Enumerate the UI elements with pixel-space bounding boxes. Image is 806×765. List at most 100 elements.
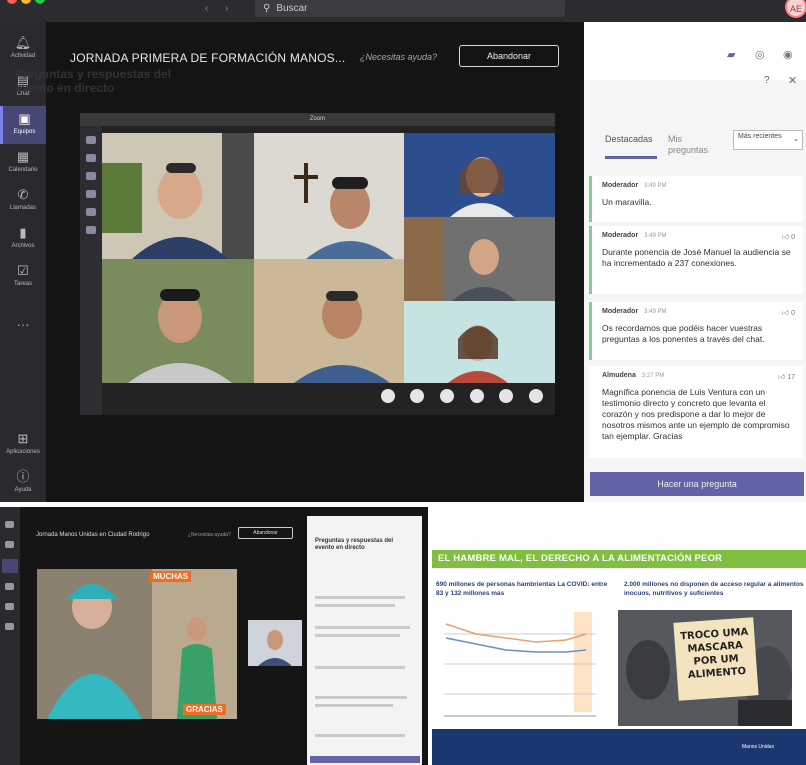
message-text: Durante ponencia de José Manuel la audie… xyxy=(602,247,791,268)
ask-question-button[interactable]: Hacer una pregunta xyxy=(590,472,804,496)
tab-featured[interactable]: Destacadas xyxy=(605,134,653,144)
rail-item-help[interactable]: ⓘ Ayuda xyxy=(0,464,46,502)
like-button[interactable]: 👍︎ 0 xyxy=(782,232,795,241)
shared-screen: Zoom xyxy=(80,113,555,415)
ask-question-button[interactable] xyxy=(310,756,420,763)
video-control-icon[interactable] xyxy=(381,389,395,403)
calendar-icon xyxy=(5,583,14,590)
people-icon[interactable]: ◉ xyxy=(783,48,793,61)
leave-button[interactable]: Abandonar xyxy=(459,45,559,67)
slide-text-left: 690 millones de personas hambrientas La … xyxy=(436,581,608,597)
help-link[interactable]: ¿Necesitas ayuda? xyxy=(188,532,231,538)
rail-item-apps[interactable]: ⊞ Aplicaciones xyxy=(0,426,46,464)
file-icon: ▮ xyxy=(19,225,27,240)
rail-label: Tareas xyxy=(13,281,32,287)
like-button[interactable]: 👍︎ 17 xyxy=(778,372,795,381)
message-placeholder xyxy=(315,666,405,669)
help-link[interactable]: ¿Necesitas ayuda? xyxy=(360,52,437,62)
message-placeholder xyxy=(315,626,410,629)
message-author: Moderador xyxy=(602,308,639,315)
chat-bubble-icon[interactable]: ▰ xyxy=(727,48,735,61)
avatar[interactable]: AE xyxy=(785,0,806,18)
meeting-title: JORNADA PRIMERA DE FORMACIÓN MANOS... xyxy=(70,51,346,65)
rail-item-calendar[interactable]: ▦ Calendario xyxy=(0,144,46,182)
help-icon: ⓘ xyxy=(16,469,30,484)
sort-dropdown[interactable]: Más recientes ⌄ xyxy=(733,130,803,150)
label-top: MUCHAS xyxy=(150,571,192,582)
leave-button[interactable]: Abandonar xyxy=(238,527,293,539)
rail-item-calls[interactable]: ✆ Llamadas xyxy=(0,182,46,220)
qa-title: Preguntas y respuestas del evento en dir… xyxy=(315,538,394,551)
rail-item-activity[interactable]: 🔔︎ Actividad xyxy=(0,30,46,68)
bell-icon: 🔔︎ xyxy=(14,35,32,50)
presentation-slide: EL HAMBRE MAL, EL DERECHO A LA ALIMENTAC… xyxy=(432,507,806,765)
rail-item-files[interactable]: ▮ Archivos xyxy=(0,220,46,258)
help-icon[interactable]: ? xyxy=(764,75,770,86)
bell-icon xyxy=(5,521,14,528)
sort-label: Más recientes xyxy=(738,133,782,140)
more-control-icon[interactable] xyxy=(529,389,543,403)
participant-video[interactable] xyxy=(254,133,404,259)
rail-label: Aplicaciones xyxy=(6,449,40,455)
mic-control-icon[interactable] xyxy=(410,389,424,403)
meeting-screenshot-small: Jornada Manos Unidas en Ciudad Rodrigo ¿… xyxy=(0,507,428,765)
back-arrow-icon[interactable]: ‹ xyxy=(205,3,208,14)
participant-video[interactable] xyxy=(102,133,254,259)
slide-text-right: 2.000 millones no disponen de acceso reg… xyxy=(624,581,804,597)
shared-app-rail xyxy=(80,126,102,415)
qa-message: Moderador 3:49 PM 👍︎ 0 Os recordamos que … xyxy=(589,302,803,360)
self-camera[interactable] xyxy=(248,620,302,666)
forward-arrow-icon[interactable]: › xyxy=(225,3,228,14)
search-placeholder: Buscar xyxy=(276,3,308,14)
participant-figure xyxy=(102,133,254,259)
rail-label: Calendario xyxy=(8,167,38,173)
search-icon: ⚲ xyxy=(263,3,271,14)
mini-rail-icon xyxy=(86,172,96,180)
participant-figure xyxy=(102,259,254,383)
like-button[interactable]: 👍︎ 0 xyxy=(782,308,795,317)
participant-figure xyxy=(254,259,404,383)
more-icon: ··· xyxy=(16,317,30,332)
message-placeholder xyxy=(315,604,395,607)
tab-my-questions[interactable]: Mis preguntas xyxy=(668,134,708,156)
participant-figure xyxy=(404,133,555,217)
qa-message: Almudena 3:27 PM 👍︎ 17 Magnífica ponencia… xyxy=(589,366,803,458)
rail-label: Archivos xyxy=(11,243,35,249)
shared-window-title: Zoom xyxy=(80,113,555,126)
qa-title: Preguntas y respuestas del evento en dir… xyxy=(15,67,172,95)
participant-video[interactable] xyxy=(404,217,555,301)
thumbs-up-icon: 👍︎ xyxy=(781,234,790,241)
participant-figure xyxy=(248,620,302,666)
minimize-window-icon[interactable] xyxy=(21,0,31,4)
message-author: Moderador xyxy=(602,182,639,189)
chevron-down-icon: ⌄ xyxy=(793,136,799,143)
slide-header: EL HAMBRE MAL, EL DERECHO A LA ALIMENTAC… xyxy=(432,550,806,568)
rail-item-tasks[interactable]: ☑ Tareas xyxy=(0,258,46,296)
message-author: Almudena xyxy=(602,372,636,379)
chat-control-icon[interactable] xyxy=(470,389,484,403)
slide-chart xyxy=(436,604,606,724)
share-control-icon[interactable] xyxy=(440,389,454,403)
presenter-video[interactable] xyxy=(37,569,237,719)
qa-message: Moderador 3:49 PM 👍︎ 0 Durante ponencia d… xyxy=(589,226,803,294)
close-icon[interactable]: ✕ xyxy=(788,74,797,87)
search-input[interactable]: ⚲ Buscar xyxy=(255,0,565,17)
participants-control-icon[interactable] xyxy=(499,389,513,403)
participant-video[interactable] xyxy=(404,133,555,217)
rail-label: Actividad xyxy=(10,53,36,59)
info-icon[interactable]: ◎ xyxy=(755,48,765,61)
tab-underline xyxy=(605,156,657,159)
qa-message: Moderador 3:49 PM Un maravilla. xyxy=(589,176,803,222)
trend-chart xyxy=(436,604,606,724)
maximize-window-icon[interactable] xyxy=(35,0,45,4)
close-window-icon[interactable] xyxy=(7,0,17,4)
participant-video[interactable] xyxy=(102,259,254,383)
participant-figure xyxy=(254,133,404,259)
message-time: 3:49 PM xyxy=(644,183,667,189)
participant-video[interactable] xyxy=(404,301,555,383)
manos-unidas-logo: Manos Unidas xyxy=(742,744,774,750)
participant-video[interactable] xyxy=(254,259,404,383)
more-apps-button[interactable]: ··· xyxy=(0,312,46,350)
rail-item-teams[interactable]: ▣ Equipos xyxy=(0,106,46,144)
rail-label: Llamadas xyxy=(9,205,36,211)
